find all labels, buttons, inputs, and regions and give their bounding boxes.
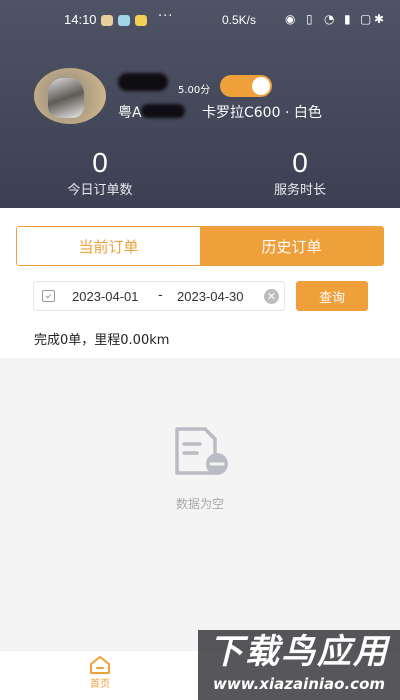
service-time-stat: 0 服务时长 <box>240 147 360 199</box>
driver-name-redacted <box>118 73 168 91</box>
app-notification-icon <box>101 15 113 26</box>
empty-document-icon <box>175 427 228 475</box>
service-time-label: 服务时长 <box>273 183 326 198</box>
start-date[interactable]: 2023-04-01 <box>72 289 139 304</box>
car-info: 卡罗拉C600 · 白色 <box>202 105 322 121</box>
signal-icon: ▮ <box>344 12 351 26</box>
home-icon[interactable] <box>89 655 111 675</box>
clear-icon[interactable]: ✕ <box>264 289 279 304</box>
order-summary: 完成0单，里程0.00km <box>34 333 170 348</box>
avatar[interactable] <box>34 68 106 124</box>
service-time-value: 0 <box>292 147 308 178</box>
bug-icon: ✱ <box>374 12 385 26</box>
plate-number: 粤A <box>118 105 142 121</box>
watermark-title: 下载鸟应用 <box>209 632 389 672</box>
today-orders-stat: 0 今日订单数 <box>40 147 160 199</box>
message-notification-icon <box>135 15 147 26</box>
status-bar: 14:10 ··· 0.5K/s ◉ ▯ ◔ ▮ ▢ ✱ <box>0 0 400 40</box>
tab-history-orders[interactable]: 历史订单 <box>200 227 383 265</box>
alarm-icon: ◉ <box>285 12 296 26</box>
today-orders-label: 今日订单数 <box>67 183 133 198</box>
plate-redacted <box>141 104 185 118</box>
online-toggle[interactable] <box>220 75 272 97</box>
app-notification-icon <box>118 15 130 26</box>
end-date[interactable]: 2023-04-30 <box>177 289 244 304</box>
wifi-icon: ◔ <box>324 12 335 26</box>
toggle-knob <box>252 77 270 95</box>
cat-photo <box>48 78 84 118</box>
battery-icon: ▢ <box>360 12 372 26</box>
watermark-url: www.xiazainiao.com <box>212 675 386 693</box>
date-separator: - <box>158 288 163 303</box>
orders-panel: 当前订单 历史订单 2023-04-01 - 2023-04-30 ✕ 查询 完… <box>0 208 400 358</box>
tab-current-orders[interactable]: 当前订单 <box>17 227 200 265</box>
network-speed: 0.5K/s <box>222 13 257 27</box>
date-range-picker[interactable]: 2023-04-01 - 2023-04-30 ✕ <box>33 281 285 311</box>
vibrate-icon: ▯ <box>306 12 313 26</box>
query-button[interactable]: 查询 <box>296 281 368 311</box>
status-time: 14:10 <box>64 12 97 27</box>
today-orders-value: 0 <box>92 147 108 178</box>
empty-state-text: 数据为空 <box>175 497 224 511</box>
driver-score: 5.00分 <box>178 85 211 96</box>
order-tabs: 当前订单 历史订单 <box>16 226 384 266</box>
more-notifications-icon: ··· <box>158 9 174 24</box>
calendar-icon <box>42 290 55 302</box>
profile-header: 14:10 ··· 0.5K/s ◉ ▯ ◔ ▮ ▢ ✱ 5.00分 粤A 卡罗… <box>0 0 400 208</box>
nav-home-label[interactable]: 首页 <box>80 675 120 690</box>
